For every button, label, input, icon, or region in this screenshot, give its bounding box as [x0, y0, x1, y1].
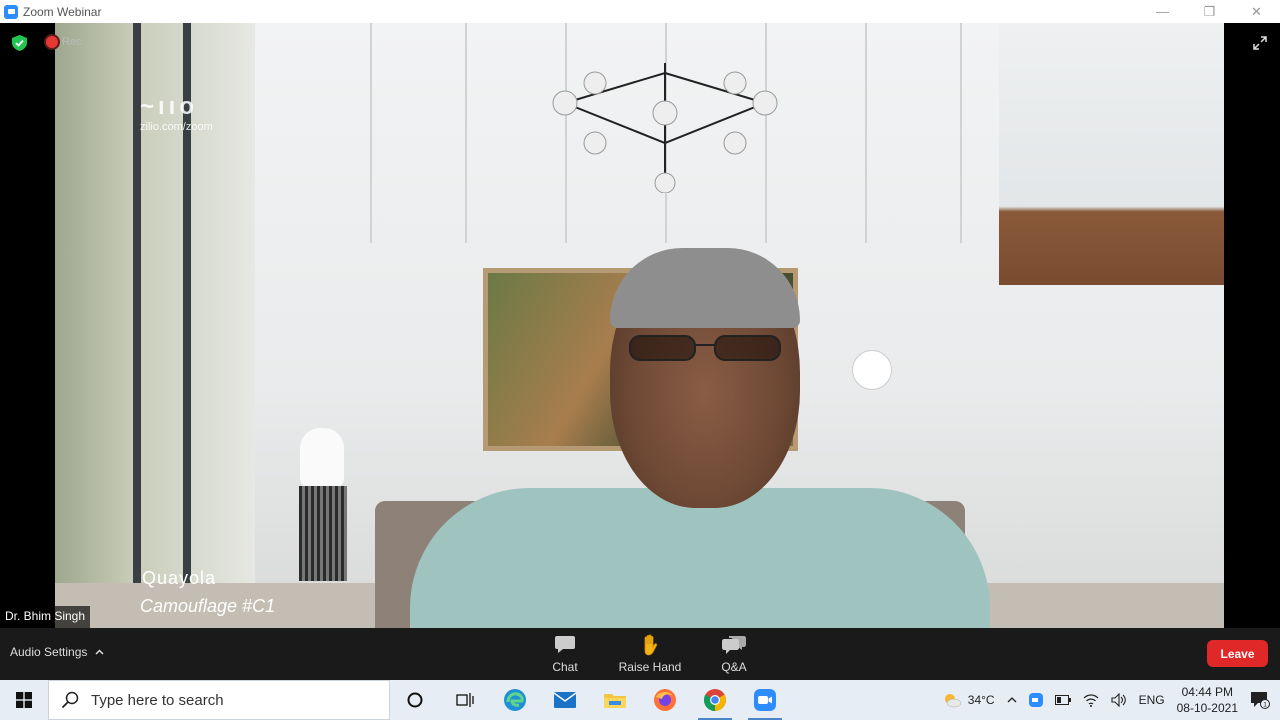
mail-icon: [553, 692, 577, 708]
language-label: ENG: [1138, 693, 1165, 707]
task-view-button[interactable]: [440, 680, 490, 720]
language-indicator[interactable]: ENG: [1133, 680, 1171, 720]
caption-artist: Quayola: [142, 568, 217, 588]
speaker-video: ~ııo zilio.com/zoom Quayola Camouflage #…: [55, 23, 1224, 628]
start-button[interactable]: [0, 680, 48, 720]
chat-label: Chat: [552, 660, 578, 674]
window-controls: — ❐ ✕: [1139, 0, 1280, 23]
clock-date: 08-10-2021: [1176, 701, 1238, 715]
watermark-site: zilio.com/zoom: [140, 121, 213, 133]
speaker-person: [410, 248, 990, 628]
notifications-button[interactable]: 1: [1244, 680, 1280, 720]
zoom-taskbar-button[interactable]: [740, 680, 790, 720]
chat-button[interactable]: Chat: [525, 634, 605, 674]
chrome-icon: [704, 689, 726, 711]
leave-button[interactable]: Leave: [1207, 640, 1268, 667]
zilio-logo: ~ııo: [140, 93, 199, 120]
windows-taskbar: Type here to search 34°C ENG 04:44 PM 08…: [0, 680, 1280, 720]
search-icon: [61, 691, 79, 709]
qa-label: Q&A: [721, 660, 747, 674]
volume-button[interactable]: [1105, 680, 1133, 720]
notification-icon: 1: [1251, 692, 1270, 709]
battery-icon: [1054, 695, 1071, 705]
system-tray: 34°C ENG 04:44 PM 08-10-2021 1: [936, 680, 1280, 720]
task-view-icon: [456, 693, 474, 707]
taskbar-clock[interactable]: 04:44 PM 08-10-2021: [1171, 680, 1244, 720]
zoom-icon: [754, 689, 776, 711]
folder-icon: [604, 694, 626, 708]
floor-lamp-graphic: [852, 350, 892, 390]
vase-graphic: [300, 428, 344, 488]
qa-button[interactable]: Q&A: [694, 634, 774, 674]
window-title-bar: Zoom Webinar — ❐ ✕: [0, 0, 1280, 23]
balcony-graphic: [999, 23, 1224, 285]
weather-temp: 34°C: [967, 693, 995, 707]
video-watermark: ~ııo zilio.com/zoom: [140, 93, 213, 133]
window-title: Zoom Webinar: [23, 4, 102, 19]
close-button[interactable]: ✕: [1233, 0, 1280, 23]
raise-hand-icon: [644, 634, 658, 656]
chandelier-graphic: [552, 63, 778, 193]
plant-stand-graphic: [299, 486, 347, 581]
glasses-graphic: [629, 335, 781, 361]
wifi-icon: [1083, 694, 1099, 707]
search-placeholder: Type here to search: [91, 691, 224, 709]
chrome-taskbar-button[interactable]: [690, 680, 740, 720]
cortana-button[interactable]: [390, 680, 440, 720]
weather-widget[interactable]: 34°C: [936, 680, 1001, 720]
minimize-button[interactable]: —: [1139, 0, 1186, 23]
battery-button[interactable]: [1049, 680, 1077, 720]
maximize-button[interactable]: ❐: [1186, 0, 1233, 23]
firefox-icon: [654, 689, 676, 711]
sun-cloud-icon: [944, 694, 962, 708]
qa-icon: [722, 636, 746, 654]
clock-time: 04:44 PM: [1181, 685, 1233, 699]
chevron-up-icon: [1007, 697, 1017, 703]
chevron-up-icon: [95, 649, 104, 655]
audio-settings-label: Audio Settings: [10, 645, 88, 659]
participant-name-tag: Dr. Bhim Singh: [0, 606, 91, 628]
windows-logo-icon: [16, 692, 32, 708]
edge-browser-icon: [504, 689, 526, 711]
zoom-tray-icon: [1028, 693, 1043, 707]
edge-taskbar-button[interactable]: [490, 680, 540, 720]
recording-icon: [46, 36, 58, 48]
firefox-taskbar-button[interactable]: [640, 680, 690, 720]
taskbar-search-box[interactable]: Type here to search: [48, 680, 390, 720]
zoom-tray-button[interactable]: [1023, 680, 1049, 720]
raise-hand-label: Raise Hand: [618, 660, 682, 674]
caption-title: Camouflage #C1: [140, 596, 276, 616]
shield-icon[interactable]: [12, 35, 27, 51]
recording-label: Rec: [62, 36, 82, 48]
speaker-icon: [1111, 693, 1126, 707]
cortana-circle-icon: [407, 692, 423, 708]
mail-taskbar-button[interactable]: [540, 680, 590, 720]
raise-hand-button[interactable]: Raise Hand: [610, 634, 690, 674]
audio-settings-button[interactable]: Audio Settings: [10, 645, 104, 659]
zoom-app-icon: [4, 4, 18, 19]
file-explorer-taskbar-button[interactable]: [590, 680, 640, 720]
video-stage: ~ııo zilio.com/zoom Quayola Camouflage #…: [0, 23, 1280, 628]
chat-icon: [555, 636, 575, 653]
network-button[interactable]: [1077, 680, 1105, 720]
notification-count: 1: [1263, 702, 1267, 709]
show-hidden-icons-button[interactable]: [1001, 680, 1023, 720]
fullscreen-icon[interactable]: [1252, 35, 1268, 51]
meeting-toolbar: Audio Settings Chat Raise Hand Q&A Leave: [0, 628, 1280, 680]
